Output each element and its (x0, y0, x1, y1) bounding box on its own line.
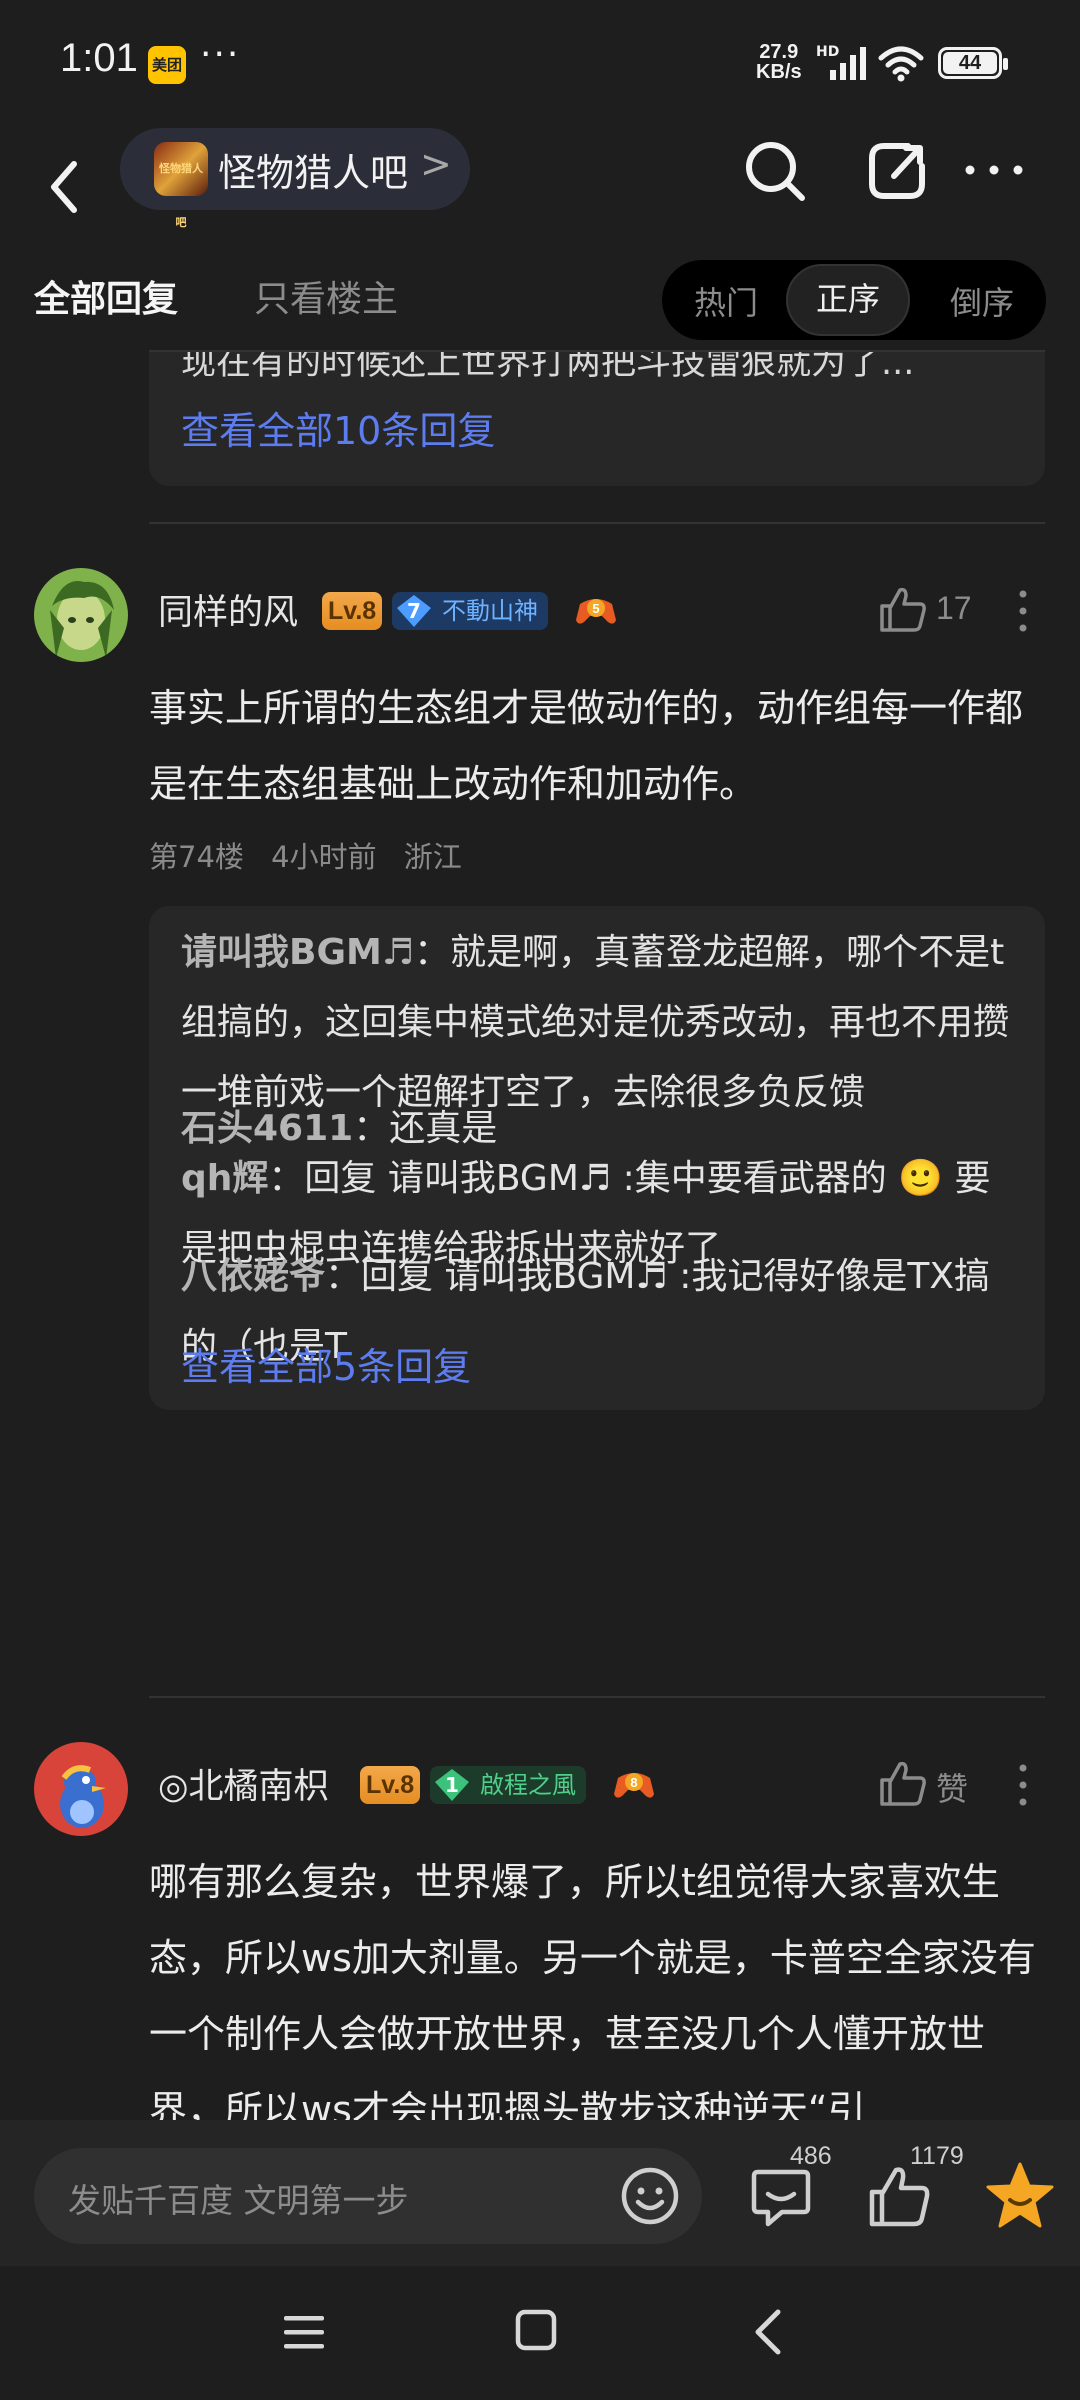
diamond-icon: 7 (396, 594, 432, 628)
avatar[interactable] (34, 1742, 128, 1836)
back-icon[interactable] (40, 142, 90, 232)
screen: 1:01 美团 ··· 27.9 KB/s HD 44 怪物猎人吧 怪物猎人吧 (0, 0, 1080, 2400)
sort-ascending[interactable]: 正序 (786, 264, 910, 336)
divider (149, 522, 1045, 524)
divider (149, 1696, 1045, 1698)
sub-reply-author[interactable]: 请叫我BGM♬ (181, 932, 414, 973)
tab-all-replies[interactable]: 全部回复 (34, 270, 178, 322)
more-notifications-icon: ··· (200, 34, 241, 75)
like-button[interactable]: 17 (878, 586, 1028, 636)
like-count: 1179 (910, 2142, 964, 2170)
floor-number: 第74楼 (149, 840, 244, 874)
like-button[interactable]: 赞 (878, 1760, 1028, 1810)
view-all-replies-link[interactable]: 查看全部10条回复 (181, 400, 495, 455)
thumb-up-icon (880, 1761, 926, 1806)
sub-reply-author[interactable]: qh辉 (181, 1158, 268, 1199)
kebab-icon[interactable] (1008, 1760, 1038, 1810)
honor-badge-label: 不動山神 (442, 597, 538, 625)
sort-segmented-control: 热门 正序 倒序 (662, 260, 1046, 340)
like-count: 赞 (936, 1771, 969, 1807)
username[interactable]: ◎北橘南枳 (158, 1758, 329, 1809)
menu-icon[interactable] (280, 2310, 328, 2354)
nav-back-icon[interactable] (748, 2306, 788, 2358)
network-speed: 27.9 KB/s (756, 42, 802, 82)
view-all-replies-link[interactable]: 查看全部5条回复 (181, 1336, 471, 1391)
honor-badge: 7 不動山神 (392, 592, 548, 630)
thumb-up-icon (880, 587, 926, 632)
home-icon[interactable] (514, 2308, 558, 2352)
system-nav-bar (0, 2266, 1080, 2400)
battery-level: 44 (943, 52, 997, 74)
sub-reply-box: 现在有的时候还上世界打两把斗技雷狠就为了... 查看全部10条回复 (149, 350, 1045, 486)
post-body: 事实上所谓的生态组才是做动作的，动作组每一作都是在生态组基础上改动作和加动作。 (149, 686, 1024, 806)
post-body: 哪有那么复杂，世界爆了，所以t组觉得大家喜欢生态，所以ws加大剂量。另一个就是，… (149, 1860, 1036, 2120)
sub-reply-author[interactable]: 石头4611 (181, 1108, 353, 1149)
reply-input[interactable]: 发贴千百度 文明第一步 (34, 2148, 702, 2244)
battery-icon: 44 (938, 47, 1008, 79)
more-icon[interactable] (962, 150, 1026, 190)
sub-reply-text: 还真是 (389, 1108, 498, 1149)
reply-input-bar: 发贴千百度 文明第一步 486 1179 (0, 2120, 1080, 2266)
kebab-icon[interactable] (1008, 586, 1038, 636)
signal-icon (830, 47, 866, 80)
search-icon[interactable] (742, 138, 808, 204)
honor-badge-label: 啟程之風 (480, 1771, 576, 1799)
wifi-icon (878, 46, 924, 82)
avatar[interactable] (34, 568, 128, 662)
sort-hot[interactable]: 热门 (694, 278, 758, 324)
post-time: 4小时前 (271, 840, 377, 874)
like-count: 17 (936, 590, 972, 626)
status-time: 1:01 (60, 36, 138, 80)
share-edit-icon[interactable] (864, 138, 930, 204)
network-speed-unit: KB/s (756, 61, 802, 83)
meituan-notification-icon: 美团 (148, 46, 186, 84)
sub-reply-box: 请叫我BGM♬：就是啊，真蓄登龙超解，哪个不是t组搞的，这回集中模式绝对是优秀改… (149, 906, 1045, 1410)
diamond-icon: 1 (434, 1768, 470, 1802)
network-speed-value: 27.9 (759, 41, 799, 63)
forum-avatar: 怪物猎人吧 (154, 142, 208, 229)
comment-icon[interactable] (748, 2164, 814, 2230)
reply-filter-bar: 全部回复 只看楼主 热门 正序 倒序 (0, 250, 1080, 350)
level-badge: Lv.8 (360, 1766, 421, 1804)
comment-count: 486 (790, 2142, 832, 2170)
chevron-right-icon: > (420, 142, 452, 186)
reply-list: 现在有的时候还上世界打两把斗技雷狠就为了... 查看全部10条回复 同样的风 L… (0, 350, 1080, 2120)
forum-entry-button[interactable]: 怪物猎人吧 怪物猎人吧 > (120, 128, 470, 229)
top-nav: 怪物猎人吧 怪物猎人吧 > (0, 120, 1080, 260)
svg-text:5: 5 (592, 601, 599, 616)
username[interactable]: 同样的风 (158, 584, 298, 635)
thumb-up-icon[interactable] (866, 2164, 932, 2230)
post-location: 浙江 (403, 840, 462, 874)
sort-descending[interactable]: 倒序 (950, 278, 1014, 324)
level-badge: Lv.8 (322, 592, 383, 630)
sub-reply-snippet: 现在有的时候还上世界打两把斗技雷狠就为了... (181, 350, 915, 383)
honor-badge: 1 啟程之風 (430, 1766, 586, 1804)
tab-op-only[interactable]: 只看楼主 (254, 270, 398, 322)
sub-reply-author[interactable]: 八依姥爷 (181, 1256, 325, 1297)
svg-text:8: 8 (630, 1775, 637, 1790)
emoji-icon[interactable] (618, 2164, 682, 2228)
game-controller-icon: 8 (612, 1764, 656, 1804)
forum-name: 怪物猎人吧 (218, 151, 409, 195)
game-controller-icon: 5 (574, 590, 618, 630)
star-icon[interactable] (984, 2160, 1056, 2232)
post-meta: 第74楼 4小时前 浙江 (149, 834, 480, 876)
status-bar: 1:01 美团 ··· 27.9 KB/s HD 44 (0, 0, 1080, 120)
reply-input-placeholder: 发贴千百度 文明第一步 (68, 2181, 409, 2220)
